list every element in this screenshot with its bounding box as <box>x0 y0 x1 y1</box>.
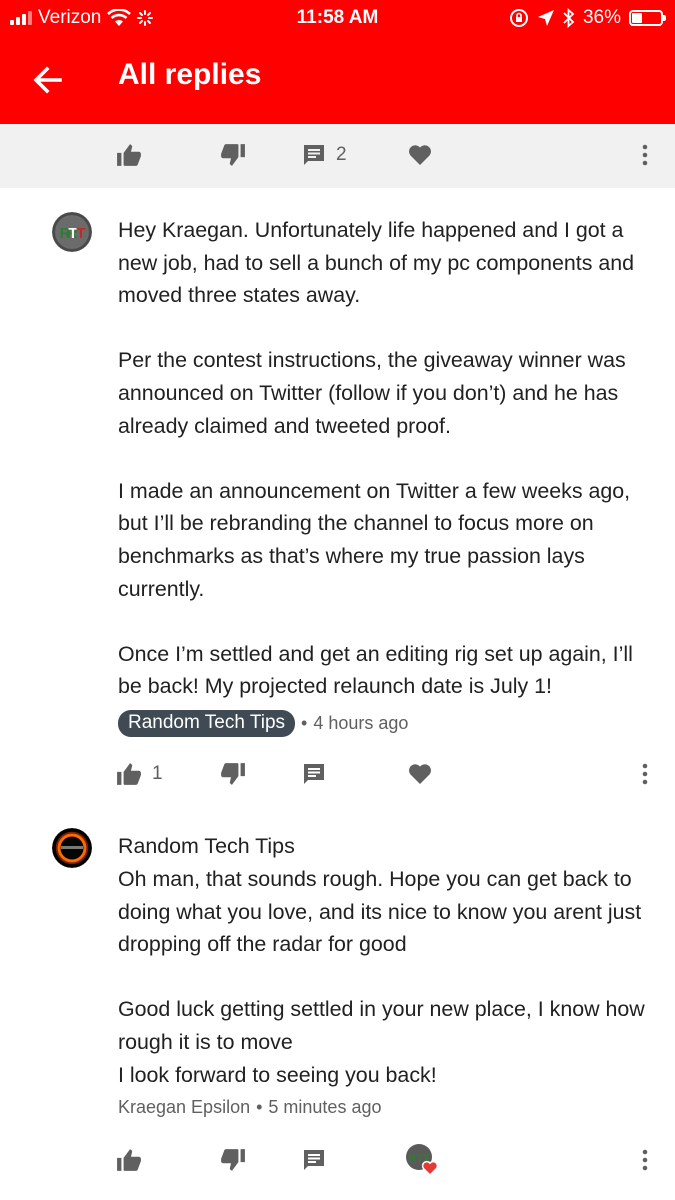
meta-separator: • <box>256 1097 263 1117</box>
more-options-button[interactable] <box>640 754 650 794</box>
meta-author[interactable]: Kraegan Epsilon <box>118 1097 250 1118</box>
more-options-button[interactable] <box>640 1140 650 1180</box>
reply-item: R R T T Hey Kraegan. Unfortunately life … <box>0 188 675 806</box>
reply-count: 2 <box>336 144 347 165</box>
battery-level <box>632 13 643 23</box>
battery-percent: 36% <box>582 7 621 28</box>
bluetooth-icon <box>563 8 575 28</box>
avatar[interactable] <box>52 828 92 868</box>
page-title: All replies <box>118 58 262 91</box>
reply-author[interactable]: Random Tech Tips <box>118 830 648 863</box>
comment-icon <box>304 1150 324 1170</box>
dislike-button[interactable] <box>220 1140 246 1180</box>
heart-icon <box>409 764 431 784</box>
status-bar: Verizon 11:58 AM 36% <box>0 0 675 36</box>
eclipse-avatar-icon <box>52 828 92 868</box>
reply-action-row: 1 <box>0 754 675 794</box>
reply-text: Hey Kraegan. Unfortunately life happened… <box>118 214 648 703</box>
like-button[interactable] <box>116 135 142 175</box>
rtt-logo-icon: R R T T <box>52 212 92 252</box>
heart-button[interactable] <box>408 135 432 175</box>
parent-action-row: 2 <box>0 135 675 175</box>
thumbs-down-icon <box>221 1149 245 1171</box>
app-bar: All replies <box>0 36 675 124</box>
meta-separator: • <box>301 713 308 733</box>
like-count: 1 <box>152 763 163 784</box>
comment-icon <box>304 145 324 165</box>
thumbs-up-icon <box>117 144 141 166</box>
location-arrow-icon <box>537 10 554 26</box>
reply-time: 4 hours ago <box>313 713 409 733</box>
thumbs-down-icon <box>221 763 245 785</box>
more-options-button[interactable] <box>640 135 650 175</box>
dislike-button[interactable] <box>220 754 246 794</box>
creator-hearted-icon: RTT <box>406 1144 439 1177</box>
reply-item: Random Tech Tips Oh man, that sounds rou… <box>0 806 675 1200</box>
reply-text: Oh man, that sounds rough. Hope you can … <box>118 863 648 1091</box>
like-button[interactable]: 1 <box>116 754 163 794</box>
svg-text:T: T <box>76 225 85 242</box>
arrow-left-icon[interactable] <box>28 60 68 100</box>
thumbs-down-icon <box>221 144 245 166</box>
reply-button[interactable] <box>302 1140 326 1180</box>
reply-button[interactable]: 2 <box>302 135 347 175</box>
reply-paragraph: Once I’m settled and get an editing rig … <box>118 641 633 699</box>
reply-button[interactable] <box>302 754 326 794</box>
battery-icon <box>629 10 666 26</box>
creator-heart-badge[interactable]: RTT <box>404 1140 440 1180</box>
reply-paragraph: Per the contest instructions, the giveaw… <box>118 348 626 438</box>
reply-meta: Random Tech Tips • 4 hours ago <box>118 710 408 737</box>
parent-comment-actions: 2 <box>0 124 675 188</box>
author-chip[interactable]: Random Tech Tips <box>118 710 296 737</box>
more-vert-icon <box>642 1149 648 1171</box>
reply-paragraph: Oh man, that sounds rough. Hope you can … <box>118 867 642 957</box>
thumbs-up-icon <box>117 763 141 785</box>
status-right: 36% <box>509 7 666 29</box>
avatar[interactable]: R R T T <box>52 212 92 252</box>
reply-time: 5 minutes ago <box>268 1097 382 1117</box>
comment-icon <box>304 764 324 784</box>
thumbs-up-icon <box>117 1149 141 1171</box>
reply-paragraph: I made an announcement on Twitter a few … <box>118 478 631 601</box>
rotation-lock-icon <box>509 9 528 27</box>
reply-paragraph: Hey Kraegan. Unfortunately life happened… <box>118 218 635 308</box>
reply-meta: Kraegan Epsilon • 5 minutes ago <box>118 1097 381 1118</box>
more-vert-icon <box>642 144 648 166</box>
like-button[interactable] <box>116 1140 142 1180</box>
dislike-button[interactable] <box>220 135 246 175</box>
reply-paragraph: Good luck getting settled in your new pl… <box>118 997 645 1087</box>
heart-icon <box>409 145 431 165</box>
heart-button[interactable] <box>408 754 432 794</box>
reply-action-row: RTT <box>0 1140 675 1180</box>
more-vert-icon <box>642 763 648 785</box>
